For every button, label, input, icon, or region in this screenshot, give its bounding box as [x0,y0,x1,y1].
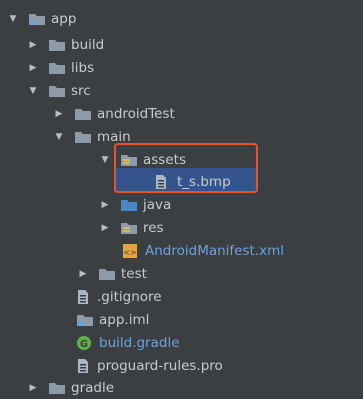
tree-item-gitignore[interactable]: .gitignore [0,286,363,308]
tree-item-proguard-rules[interactable]: proguard-rules.pro [0,355,363,377]
module-folder-icon [28,12,46,26]
source-folder-icon [120,198,138,212]
chevron-right-icon[interactable]: ▶ [52,103,66,125]
assets-folder-icon [120,153,138,167]
svg-text:<>: <> [123,248,136,257]
tree-item-res[interactable]: ▶ res [0,217,363,239]
chevron-right-icon[interactable]: ▶ [26,377,40,399]
chevron-right-icon[interactable]: ▶ [76,263,90,285]
tree-item-build-gradle[interactable]: G build.gradle [0,332,363,354]
tree-item-label: gradle [71,380,115,396]
tree-item-label: test [121,266,147,282]
folder-icon [48,61,66,75]
chevron-right-icon[interactable]: ▶ [98,194,112,216]
tree-item-androidtest[interactable]: ▶ androidTest [0,103,363,125]
tree-item-label: app.iml [99,312,150,328]
tree-item-build[interactable]: ▶ build [0,34,363,56]
resource-folder-icon [120,221,138,235]
tree-item-label: t_s.bmp [177,174,231,190]
chevron-down-icon[interactable]: ▼ [52,126,66,148]
chevron-right-icon[interactable]: ▶ [98,217,112,239]
tree-item-label: build.gradle [99,335,180,351]
tree-item-label: build [71,37,105,53]
tree-item-label: libs [71,60,95,76]
tree-item-t-s-bmp[interactable]: t_s.bmp [0,171,363,193]
tree-item-libs[interactable]: ▶ libs [0,57,363,79]
tree-item-test[interactable]: ▶ test [0,263,363,285]
tree-item-app-iml[interactable]: app.iml [0,309,363,331]
tree-item-label: java [143,197,172,213]
tree-item-java[interactable]: ▶ java [0,194,363,216]
tree-item-androidmanifest[interactable]: <> AndroidManifest.xml [0,240,363,262]
gradle-file-icon: G [76,336,94,350]
folder-icon [74,130,92,144]
chevron-down-icon[interactable]: ▼ [98,149,112,171]
tree-item-src[interactable]: ▼ src [0,80,363,102]
chevron-right-icon[interactable]: ▶ [26,34,40,56]
tree-item-label: res [143,220,164,236]
folder-icon [48,84,66,98]
chevron-down-icon[interactable]: ▼ [6,8,20,30]
tree-item-label: proguard-rules.pro [97,358,223,374]
iml-file-icon [76,313,94,327]
tree-item-label: androidTest [97,106,175,122]
image-file-icon [154,175,172,189]
tree-item-label: .gitignore [97,289,162,305]
folder-icon [48,381,66,395]
tree-item-label: AndroidManifest.xml [145,243,284,259]
project-tree: ▼ app ▶ build ▶ libs ▼ src ▶ androidTest… [0,0,363,396]
tree-item-label: src [71,83,91,99]
tree-item-app[interactable]: ▼ app [0,8,363,30]
folder-icon [98,267,116,281]
text-file-icon [76,290,92,304]
text-file-icon [76,359,92,373]
chevron-right-icon[interactable]: ▶ [26,57,40,79]
folder-icon [74,107,92,121]
tree-item-label: assets [143,152,186,168]
tree-item-label: app [51,11,77,27]
tree-item-label: main [97,129,131,145]
tree-item-gradle[interactable]: ▶ gradle [0,377,363,399]
xml-file-icon: <> [122,244,140,258]
chevron-down-icon[interactable]: ▼ [26,80,40,102]
folder-icon [48,38,66,52]
svg-text:G: G [80,339,88,350]
tree-item-assets[interactable]: ▼ assets [0,149,363,171]
tree-item-main[interactable]: ▼ main [0,126,363,148]
